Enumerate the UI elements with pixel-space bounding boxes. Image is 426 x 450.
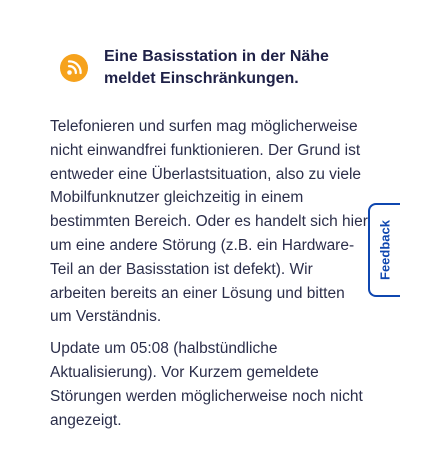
alert-title: Eine Basisstation in der Nähe meldet Ein… <box>104 48 329 87</box>
status-message: Telefonieren und surfen mag möglicherwei… <box>50 115 368 440</box>
signal-broadcast-icon <box>60 54 88 82</box>
update-note: Update um 05:08 (halbstündliche Aktualis… <box>50 340 363 429</box>
message-body: Telefonieren und surfen mag möglicherwei… <box>50 118 368 326</box>
feedback-button[interactable]: Feedback <box>368 203 400 297</box>
feedback-label: Feedback <box>377 220 393 280</box>
